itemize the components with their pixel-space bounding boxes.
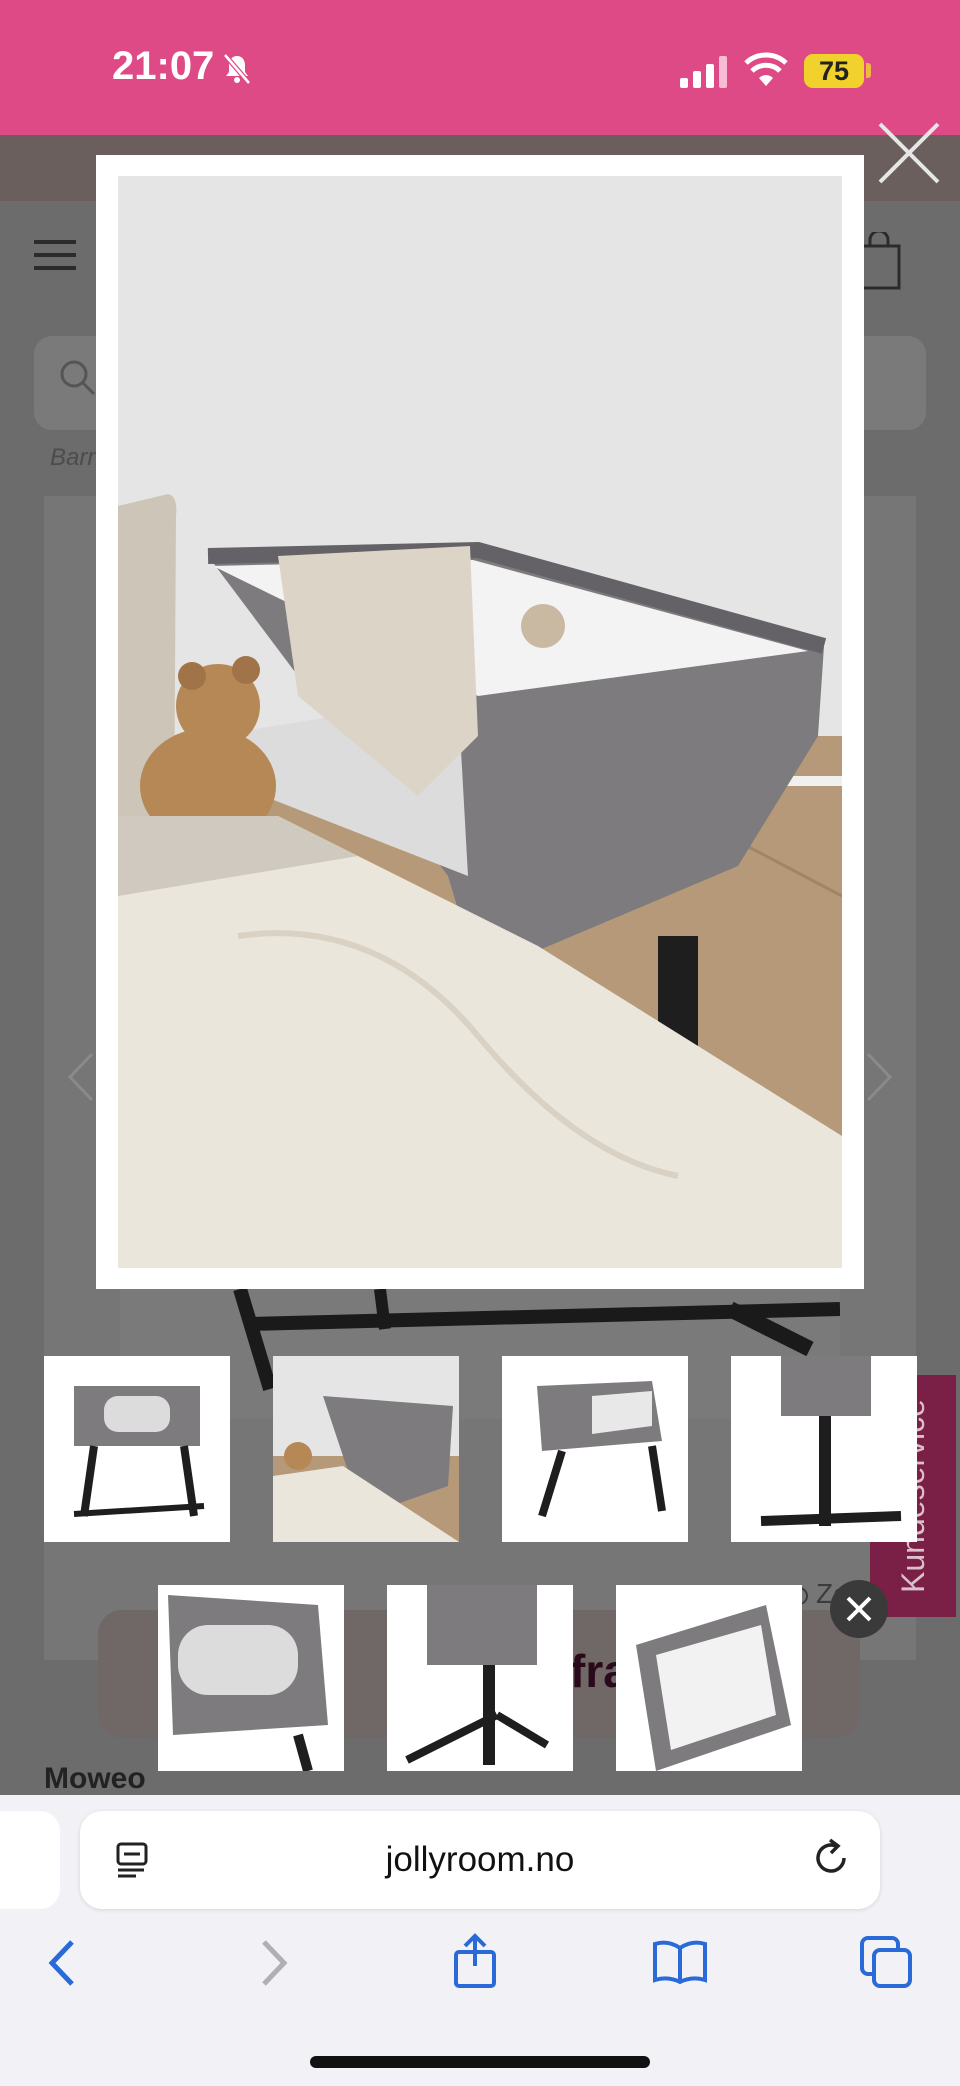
battery-cap bbox=[866, 63, 871, 78]
hamburger-menu-icon[interactable] bbox=[34, 238, 78, 272]
brand-name[interactable]: Moweo bbox=[44, 1762, 146, 1796]
gallery-thumbnail-2-selected[interactable] bbox=[273, 1356, 459, 1542]
close-thumbnails-icon[interactable] bbox=[830, 1580, 888, 1638]
gallery-thumbnail-4[interactable] bbox=[731, 1356, 917, 1542]
battery-level: 75 bbox=[804, 54, 864, 88]
thumbnail-image-5 bbox=[158, 1585, 344, 1771]
gallery-thumbnail-3[interactable] bbox=[502, 1356, 688, 1542]
close-lightbox-icon[interactable] bbox=[874, 118, 944, 188]
reload-icon[interactable] bbox=[812, 1838, 852, 1880]
breadcrumb[interactable]: Barn bbox=[50, 444, 101, 472]
gallery-thumbnail-1[interactable] bbox=[44, 1356, 230, 1542]
url-text[interactable]: jollyroom.no bbox=[80, 1811, 880, 1909]
thumbnail-image-3 bbox=[502, 1356, 688, 1542]
thumbnail-image-2 bbox=[273, 1356, 459, 1542]
gallery-thumbnail-7[interactable] bbox=[616, 1585, 802, 1771]
back-arrow-icon[interactable] bbox=[46, 1938, 78, 1988]
status-time: 21:07 bbox=[112, 44, 215, 88]
thumbnail-image-6 bbox=[387, 1585, 573, 1771]
reader-mode-icon[interactable] bbox=[116, 1842, 150, 1878]
main-product-image bbox=[118, 176, 842, 1268]
previous-tab-peek[interactable] bbox=[0, 1811, 60, 1909]
wifi-icon bbox=[744, 52, 788, 86]
thumbnail-image-1 bbox=[44, 1356, 230, 1542]
home-indicator bbox=[310, 2056, 650, 2068]
share-icon[interactable] bbox=[452, 1932, 498, 1990]
forward-arrow-icon[interactable] bbox=[258, 1938, 290, 1988]
bookmarks-icon[interactable] bbox=[652, 1940, 708, 1984]
thumbnail-image-4 bbox=[731, 1356, 917, 1542]
product-next-arrow-icon[interactable] bbox=[864, 1052, 894, 1102]
search-icon bbox=[60, 360, 96, 396]
gallery-thumbnail-5[interactable] bbox=[158, 1585, 344, 1771]
product-prev-arrow-icon[interactable] bbox=[66, 1052, 96, 1102]
tabs-icon[interactable] bbox=[860, 1936, 912, 1988]
thumbnail-image-7 bbox=[616, 1585, 802, 1771]
signal-icon bbox=[680, 56, 727, 88]
silent-bell-icon bbox=[223, 53, 251, 85]
gallery-thumbnail-6[interactable] bbox=[387, 1585, 573, 1771]
